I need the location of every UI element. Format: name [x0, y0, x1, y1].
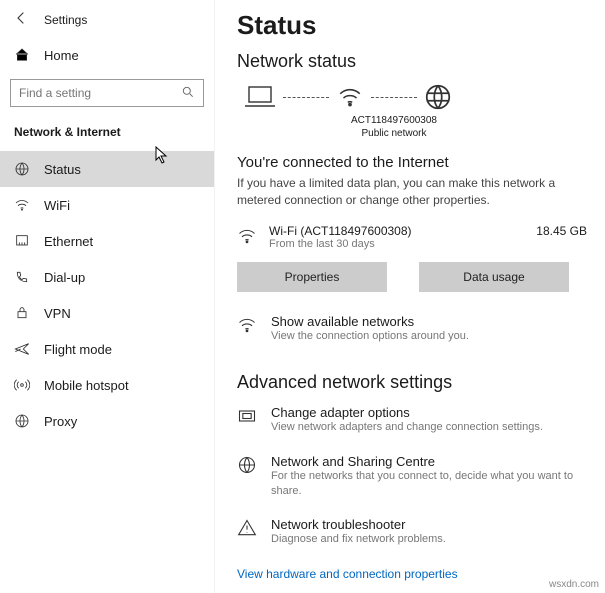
connected-sub: If you have a limited data plan, you can…	[237, 175, 587, 210]
globe-icon	[423, 82, 453, 112]
wifi-icon	[237, 226, 257, 249]
option-sub: View the connection options around you.	[271, 329, 469, 344]
window-title: Settings	[44, 13, 87, 27]
home-label: Home	[44, 48, 79, 63]
option-title: Show available networks	[271, 314, 469, 329]
advanced-title: Advanced network settings	[237, 372, 587, 393]
wifi-icon	[237, 315, 257, 335]
globe-icon	[237, 455, 257, 475]
nav-label: Ethernet	[44, 234, 93, 249]
warning-icon	[237, 518, 257, 538]
connection-usage: 18.45 GB	[536, 224, 587, 238]
search-icon	[181, 85, 195, 102]
nav-label: Proxy	[44, 414, 77, 429]
laptop-icon	[243, 84, 277, 110]
network-id: ACT118497600308 Public network	[215, 114, 587, 140]
option-title: Network troubleshooter	[271, 517, 446, 532]
nav-label: Dial-up	[44, 270, 85, 285]
nav-vpn[interactable]: VPN	[0, 295, 214, 331]
adapter-options-row[interactable]: Change adapter options View network adap…	[237, 405, 587, 435]
dash-icon	[283, 97, 329, 98]
option-sub: View network adapters and change connect…	[271, 420, 543, 435]
status-subhead: Network status	[237, 51, 587, 72]
sharing-centre-row[interactable]: Network and Sharing Centre For the netwo…	[237, 454, 587, 500]
home-button[interactable]: Home	[0, 39, 214, 71]
nav-label: VPN	[44, 306, 71, 321]
properties-button[interactable]: Properties	[237, 262, 387, 292]
nav-hotspot[interactable]: Mobile hotspot	[0, 367, 214, 403]
nav-wifi[interactable]: WiFi	[0, 187, 214, 223]
watermark: wsxdn.com	[549, 579, 599, 590]
option-sub: Diagnose and fix network problems.	[271, 532, 446, 547]
nav-dialup[interactable]: Dial-up	[0, 259, 214, 295]
back-icon[interactable]	[14, 10, 30, 29]
nav-label: Mobile hotspot	[44, 378, 129, 393]
dash-icon	[371, 97, 417, 98]
data-usage-button[interactable]: Data usage	[419, 262, 569, 292]
nav-label: Flight mode	[44, 342, 112, 357]
adapter-icon	[237, 406, 257, 426]
nav-label: WiFi	[44, 198, 70, 213]
network-diagram	[237, 82, 587, 112]
hardware-link[interactable]: View hardware and connection properties	[237, 567, 458, 581]
show-networks-row[interactable]: Show available networks View the connect…	[237, 314, 587, 344]
option-title: Change adapter options	[271, 405, 543, 420]
search-input[interactable]	[10, 79, 204, 107]
search-field[interactable]	[19, 86, 159, 100]
nav-status[interactable]: Status	[0, 151, 214, 187]
connection-name: Wi-Fi (ACT118497600308)	[269, 224, 536, 238]
wifi-icon	[335, 84, 365, 110]
option-sub: For the networks that you connect to, de…	[271, 469, 587, 500]
nav-ethernet[interactable]: Ethernet	[0, 223, 214, 259]
page-title: Status	[237, 10, 587, 41]
nav-proxy[interactable]: Proxy	[0, 403, 214, 439]
section-title: Network & Internet	[0, 121, 214, 151]
connection-sub: From the last 30 days	[269, 238, 536, 250]
troubleshooter-row[interactable]: Network troubleshooter Diagnose and fix …	[237, 517, 587, 547]
connected-message: You're connected to the Internet	[237, 154, 587, 171]
nav-label: Status	[44, 162, 81, 177]
nav-flightmode[interactable]: Flight mode	[0, 331, 214, 367]
option-title: Network and Sharing Centre	[271, 454, 587, 469]
